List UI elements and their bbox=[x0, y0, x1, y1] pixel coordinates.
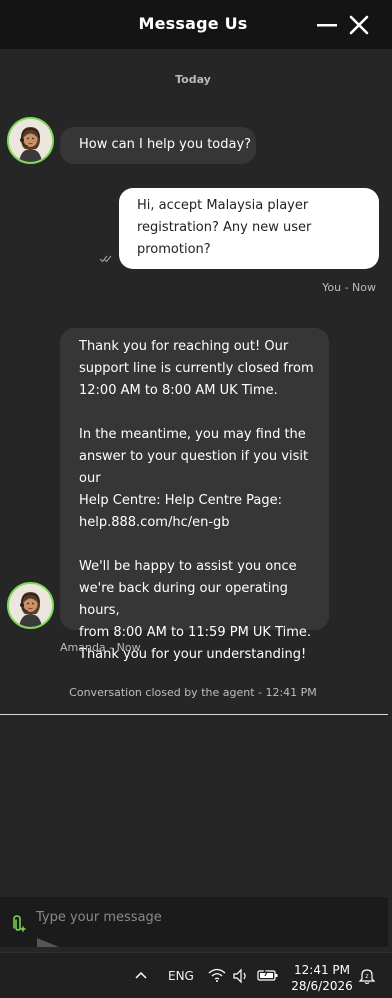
message-line: Thank you for reaching out! Our bbox=[79, 339, 289, 354]
user-message: Hi, accept Malaysia player registration?… bbox=[119, 188, 379, 269]
close-icon bbox=[349, 15, 369, 35]
agent-avatar bbox=[7, 117, 54, 164]
help-centre-link[interactable]: help.888.com/hc/en-gb bbox=[79, 512, 329, 534]
minimize-icon bbox=[317, 24, 337, 27]
divider bbox=[0, 714, 388, 715]
conversation-closed-note: Conversation closed by the agent - 12:41… bbox=[69, 686, 317, 699]
notification-icon[interactable]: z bbox=[358, 967, 376, 985]
message-line: answer to your question if you visit our bbox=[79, 449, 309, 486]
clock-time: 12:41 PM bbox=[294, 963, 350, 977]
user-message-meta: You - Now bbox=[322, 281, 376, 294]
agent-avatar bbox=[7, 582, 54, 629]
read-check-icon bbox=[99, 255, 112, 263]
message-line: We'll be happy to assist you once bbox=[79, 559, 297, 574]
message-text: How can I help you today? bbox=[79, 137, 252, 152]
agent-message-meta: Amanda - Now bbox=[60, 641, 141, 654]
agent-message-1: How can I help you today? bbox=[60, 127, 256, 164]
chevron-up-icon[interactable] bbox=[134, 970, 148, 980]
wifi-icon[interactable] bbox=[208, 967, 226, 983]
message-line: Help Centre: Help Centre Page: bbox=[79, 493, 282, 508]
close-button[interactable] bbox=[346, 12, 372, 38]
message-line: support line is currently closed from bbox=[79, 361, 314, 376]
input-resize-handle bbox=[37, 938, 59, 947]
message-line: we're back during our operating hours, bbox=[79, 581, 288, 618]
chat-header: Message Us bbox=[0, 0, 392, 49]
message-line: In the meantime, you may find the bbox=[79, 427, 306, 442]
battery-icon[interactable] bbox=[257, 967, 279, 983]
speaker-icon[interactable] bbox=[232, 968, 250, 984]
agent-message-2: Thank you for reaching out! Our support … bbox=[60, 328, 329, 662]
message-line: registration? Any new user bbox=[137, 220, 312, 235]
message-line: 12:00 AM to 8:00 AM UK Time. bbox=[79, 383, 278, 398]
taskbar: ENG 12:41 PM 28/6/2026 z bbox=[0, 952, 392, 998]
minimize-button[interactable] bbox=[314, 12, 340, 38]
clock-date: 28/6/2026 bbox=[291, 979, 353, 993]
date-separator: Today bbox=[175, 73, 211, 86]
chat-window: Message Us Today How can I help you toda… bbox=[0, 0, 392, 952]
taskbar-clock[interactable]: 12:41 PM 28/6/2026 bbox=[290, 962, 354, 994]
message-line: promotion? bbox=[137, 242, 211, 257]
language-indicator[interactable]: ENG bbox=[168, 969, 194, 983]
attach-icon[interactable] bbox=[8, 914, 28, 934]
svg-text:z: z bbox=[365, 973, 368, 980]
message-line: Hi, accept Malaysia player bbox=[137, 198, 309, 213]
message-input[interactable] bbox=[36, 903, 376, 931]
